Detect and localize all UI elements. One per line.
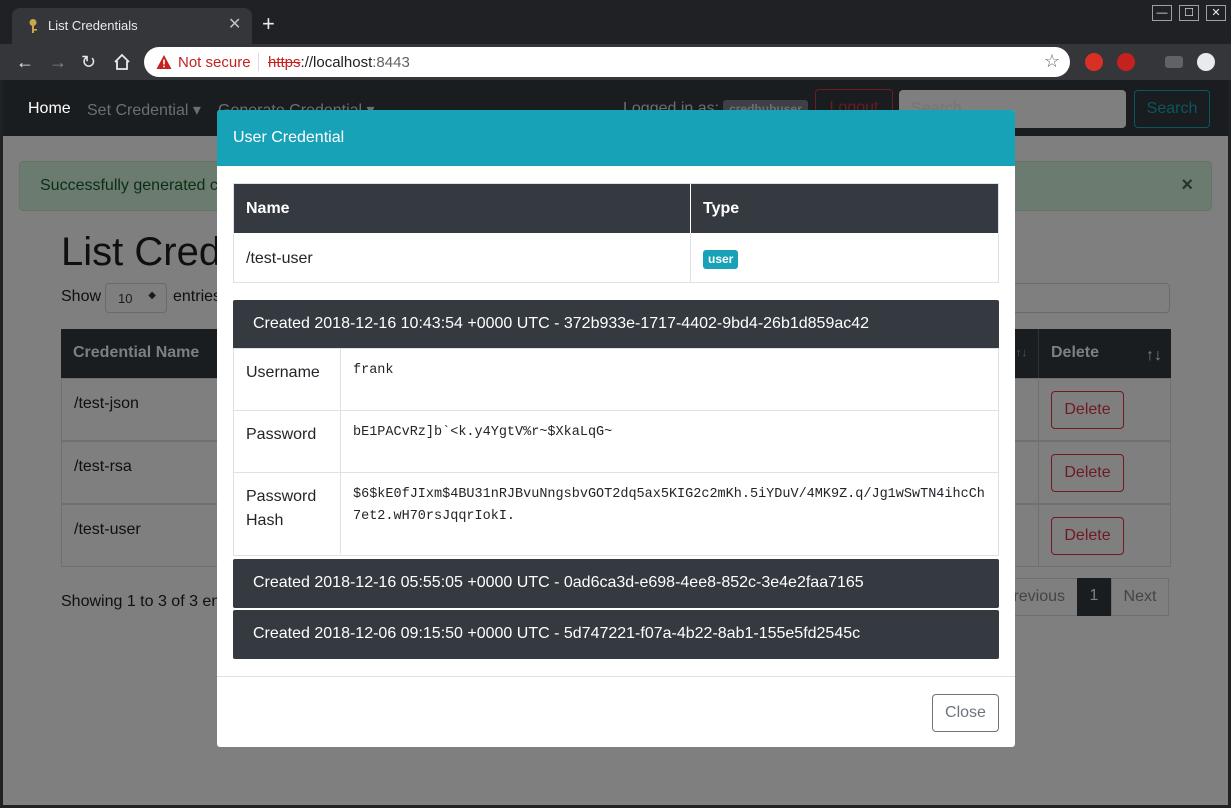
version-created-label: Created 2018-12-16 10:43:54 +0000 UTC - … [253,315,870,332]
stop-extension-icon[interactable] [1085,53,1103,71]
modal-header: User Credential [217,110,1015,166]
version-header[interactable]: Created 2018-12-16 05:55:05 +0000 UTC - … [233,559,999,608]
address-bar[interactable]: Not secure https://localhost:8443 ☆ [144,47,1070,77]
modal-title: User Credential [233,129,345,146]
tab-close-icon[interactable]: ✕ [228,15,241,35]
detail-key: Password [246,426,317,443]
select-caret-icon: ◆ [148,290,156,301]
delete-button[interactable]: Delete [1051,454,1124,492]
key-icon [29,19,37,33]
bookmark-star-icon[interactable]: ☆ [1044,51,1060,72]
detail-key: Password Hash [246,488,317,529]
password-value: bE1PACvRz]b`<k.y4YgtV%r~$XkaLqG~ [353,425,613,440]
url-separator [258,53,259,71]
credential-name-cell[interactable]: /test-rsa [74,458,132,476]
nav-set-credential-dropdown[interactable]: Set Credential ▾ [87,100,201,120]
modal-footer: Close [217,676,1015,747]
credential-name-cell[interactable]: /test-json [74,395,139,413]
pagination-page-1[interactable]: 1 [1077,578,1111,616]
password-hash-value: $6$kE0fJIxm$4BU31nRJBvuNngsbvGOT2dq5ax5K… [353,487,985,524]
reload-icon[interactable]: ↻ [81,52,96,72]
cell-divider [690,233,691,282]
cell-divider [1038,379,1039,440]
credential-info-table: Name Type /test-user user [233,183,999,283]
home-icon[interactable] [113,53,131,71]
show-label: Show [61,288,102,305]
spy-extension-icon[interactable] [1165,56,1183,68]
minimize-button[interactable]: — [1152,5,1172,21]
url-port: :8443 [372,54,410,71]
pagination-next[interactable]: Next [1111,578,1169,616]
back-arrow-icon[interactable]: ← [16,52,34,72]
tab-title: List Credentials [48,18,138,33]
entries-label: entries [173,288,222,305]
close-window-button[interactable]: ✕ [1206,5,1226,21]
info-header-type: Type [703,200,740,217]
page-content: Home Set Credential ▾ Generate Credentia… [3,80,1228,805]
credential-name-cell[interactable]: /test-user [74,521,141,539]
nav-search-button[interactable]: Search [1134,90,1210,128]
profile-icon[interactable] [1197,53,1215,71]
new-tab-button[interactable]: + [262,13,275,35]
detail-key: Username [246,364,320,381]
detail-row-password: Password bE1PACvRz]b`<k.y4YgtV%r~$XkaLqG… [234,410,998,472]
adblock-extension-icon[interactable] [1117,53,1135,71]
credential-type-badge: user [703,250,739,269]
cell-divider [1038,442,1039,503]
entries-per-page-value: 10 [118,291,133,306]
warning-icon [156,55,172,69]
sort-icon: ↑↓ [1146,347,1162,364]
info-table-header: Name Type [234,184,998,233]
forward-arrow-icon[interactable]: → [49,52,67,72]
alert-close-icon[interactable]: × [1181,174,1193,197]
user-credential-modal: User Credential Name Type /test-user use… [217,110,1015,747]
version-details-table: Username frank Password bE1PACvRz]b`<k.y… [233,348,999,556]
version-header[interactable]: Created 2018-12-16 10:43:54 +0000 UTC - … [233,300,999,349]
header-delete[interactable]: Delete ↑↓ [1038,329,1171,378]
info-header-name: Name [246,200,290,217]
delete-button[interactable]: Delete [1051,391,1124,429]
version-header[interactable]: Created 2018-12-06 09:15:50 +0000 UTC - … [233,610,999,659]
browser-titlebar: List Credentials ✕ + — ☐ ✕ [0,0,1231,44]
entries-per-page-select[interactable]: 10 ◆ [105,283,167,313]
not-secure-label[interactable]: Not secure [178,54,251,71]
browser-toolbar: ← → ↻ Not secure https://localhost:8443 … [0,44,1231,80]
header-delete-label: Delete [1051,344,1100,361]
table-info: Showing 1 to 3 of 3 en [61,593,221,610]
detail-row-password-hash: Password Hash $6$kE0fJIxm$4BU31nRJBvuNng… [234,472,998,555]
url-scheme: https [268,54,301,71]
cell-divider [1038,505,1039,566]
username-value: frank [353,363,394,378]
version-created-label: Created 2018-12-16 05:55:05 +0000 UTC - … [253,574,864,591]
version-created-label: Created 2018-12-06 09:15:50 +0000 UTC - … [253,625,861,642]
header-credential-name[interactable]: Credential Name [73,344,199,362]
url-text[interactable]: https://localhost:8443 [268,54,410,71]
header-divider [690,184,691,233]
maximize-button[interactable]: ☐ [1179,5,1199,21]
alert-message: Successfully generated c [40,177,218,194]
url-host: ://localhost [300,54,373,71]
credential-name: /test-user [246,250,313,267]
browser-tab[interactable]: List Credentials ✕ [12,8,252,44]
delete-button[interactable]: Delete [1051,517,1124,555]
detail-row-username: Username frank [234,348,998,410]
close-button[interactable]: Close [932,694,999,732]
nav-home-link[interactable]: Home [28,100,71,118]
sort-icon[interactable]: ↑↓ [1016,347,1027,359]
page-title: List Cred [61,230,222,274]
table-filter-input[interactable] [998,283,1170,313]
